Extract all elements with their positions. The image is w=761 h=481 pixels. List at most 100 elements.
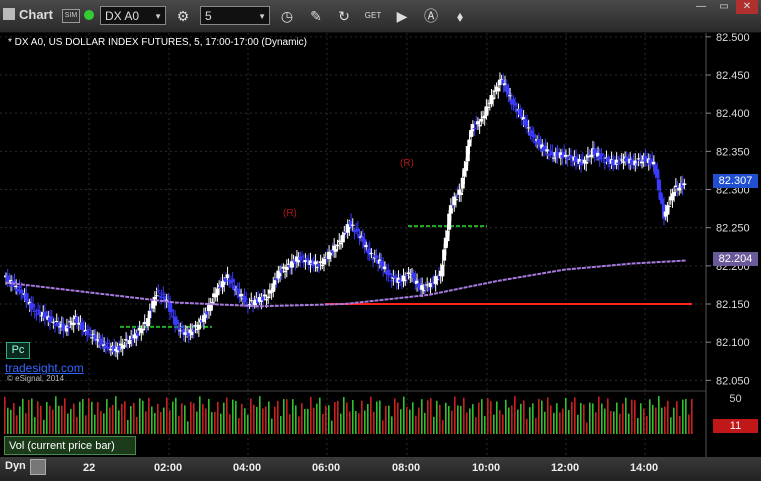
volume-bar [271, 418, 273, 434]
price-tick-label: 82.450 [716, 70, 750, 82]
candle-body[interactable] [672, 192, 677, 197]
price-tick-label: 82.100 [716, 337, 750, 349]
volume-bar [574, 397, 576, 434]
volume-bar [520, 403, 522, 434]
last-price-badge: 82.307 [713, 174, 758, 188]
volume-bar [433, 416, 435, 434]
volume-bar [121, 403, 123, 434]
volume-bar [586, 422, 588, 434]
moving-average-line[interactable] [5, 259, 687, 308]
volume-bar [94, 414, 96, 434]
volume-bar [283, 399, 285, 434]
volume-bar [154, 412, 156, 434]
volume-bar [250, 398, 252, 434]
candle-body[interactable] [459, 192, 464, 196]
volume-bar [439, 404, 441, 434]
candle-body[interactable] [667, 205, 672, 207]
pc-button[interactable]: Pc [6, 342, 30, 359]
volume-bar [454, 396, 456, 434]
volume-bar [403, 396, 405, 434]
volume-bar [145, 411, 147, 434]
volume-bar [241, 403, 243, 434]
volume-bar [127, 419, 129, 434]
volume-bar [7, 407, 9, 434]
volume-bar [460, 405, 462, 434]
volume-bar [346, 402, 348, 434]
brand-link[interactable]: tradesight.com [5, 361, 84, 375]
candle-body[interactable] [453, 199, 458, 201]
volume-bar [253, 404, 255, 434]
volume-bar [193, 403, 195, 434]
volume-bar [301, 403, 303, 434]
dynamic-label: Dyn [5, 460, 26, 472]
volume-bar [559, 412, 561, 434]
candle-body[interactable] [244, 298, 249, 300]
volume-bar [310, 396, 312, 434]
candle-body[interactable] [156, 290, 161, 292]
volume-bar [262, 408, 264, 434]
volume-bar [511, 405, 513, 434]
volume-bar [322, 414, 324, 434]
candle-body[interactable] [584, 161, 589, 164]
volume-bar [676, 401, 678, 434]
volume-bar [691, 398, 693, 434]
volume-bar [472, 404, 474, 434]
volume-bar [358, 413, 360, 434]
volume-bar [658, 396, 660, 434]
lock-icon[interactable] [30, 459, 46, 475]
volume-bar [40, 405, 42, 434]
volume-bar [259, 396, 261, 434]
volume-bar [688, 414, 690, 434]
volume-bar [424, 412, 426, 434]
volume-bar [64, 398, 66, 434]
candle-body[interactable] [350, 224, 355, 226]
volume-bar [181, 403, 183, 434]
volume-bar [631, 399, 633, 434]
volume-bar [229, 414, 231, 434]
volume-bar [85, 415, 87, 434]
volume-bar [292, 399, 294, 434]
candle-body[interactable] [682, 183, 687, 185]
volume-bar [118, 410, 120, 434]
volume-bar [352, 400, 354, 434]
time-tick-label: 10:00 [472, 462, 501, 474]
candle-body[interactable] [440, 264, 445, 277]
volume-bar [88, 398, 90, 434]
volume-bar [367, 403, 369, 434]
volume-bar [37, 401, 39, 434]
volume-bar [667, 400, 669, 434]
volume-bar [619, 413, 621, 434]
volume-bar [682, 399, 684, 434]
volume-bar [508, 407, 510, 434]
volume-bar [49, 405, 51, 434]
volume-bar [634, 400, 636, 434]
price-chart[interactable]: 82.50082.45082.40082.35082.30082.25082.2… [0, 0, 761, 481]
ma-price-badge: 82.204 [713, 252, 758, 266]
volume-bar [202, 403, 204, 434]
volume-bar [388, 405, 390, 434]
volume-bar [70, 408, 72, 434]
volume-bar [184, 405, 186, 434]
volume-bar [331, 420, 333, 434]
volume-bar [373, 411, 375, 434]
volume-bar [277, 400, 279, 434]
volume-bar [442, 419, 444, 434]
volume-bar [478, 402, 480, 434]
candle-body[interactable] [49, 316, 54, 319]
volume-bar [169, 410, 171, 434]
volume-bar [646, 415, 648, 434]
volume-bar [295, 405, 297, 434]
volume-bar [349, 411, 351, 434]
volume-bar [244, 408, 246, 434]
volume-bar [550, 405, 552, 434]
volume-label[interactable]: Vol (current price bar) [4, 436, 136, 455]
volume-bar [670, 417, 672, 434]
volume-bar [481, 399, 483, 434]
volume-bar [19, 406, 21, 434]
volume-bar [538, 398, 540, 434]
volume-bar [205, 408, 207, 434]
volume-bar [307, 408, 309, 434]
volume-bar [661, 407, 663, 434]
volume-bar [628, 413, 630, 434]
volume-bar [10, 409, 12, 434]
